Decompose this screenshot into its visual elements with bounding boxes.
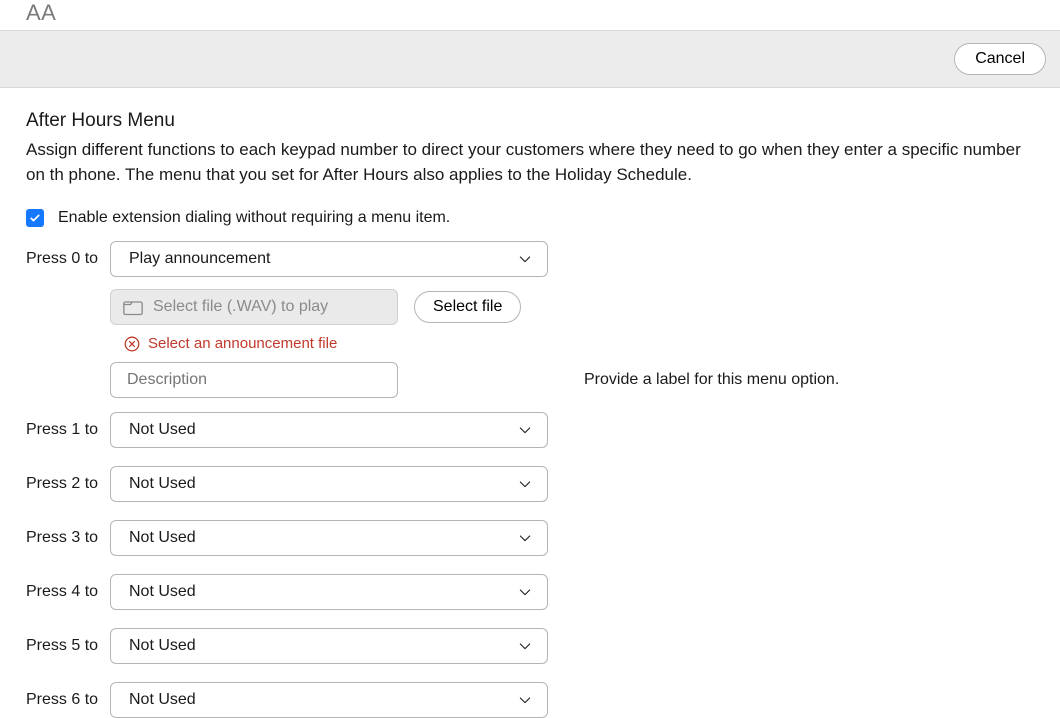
- chevron-down-icon: [517, 638, 533, 654]
- press-1-select[interactable]: Not Used: [110, 412, 548, 448]
- press-3-row: Press 3 to Not Used: [26, 520, 1034, 556]
- chevron-down-icon: [517, 692, 533, 708]
- press-6-select-value: Not Used: [129, 691, 196, 709]
- toolbar: Cancel: [0, 30, 1060, 88]
- enable-extension-row: Enable extension dialing without requiri…: [26, 209, 1034, 227]
- press-2-select-value: Not Used: [129, 475, 196, 493]
- press-6-label: Press 6 to: [26, 691, 100, 709]
- press-6-row: Press 6 to Not Used: [26, 682, 1034, 718]
- chevron-down-icon: [517, 476, 533, 492]
- description-input[interactable]: [110, 362, 398, 398]
- press-1-select-value: Not Used: [129, 421, 196, 439]
- press-6-select[interactable]: Not Used: [110, 682, 548, 718]
- file-placeholder: Select file (.WAV) to play: [153, 298, 328, 316]
- chevron-down-icon: [517, 584, 533, 600]
- cancel-button[interactable]: Cancel: [954, 43, 1046, 75]
- chevron-down-icon: [517, 530, 533, 546]
- press-3-select[interactable]: Not Used: [110, 520, 548, 556]
- press-5-select[interactable]: Not Used: [110, 628, 548, 664]
- press-0-select[interactable]: Play announcement: [110, 241, 548, 277]
- press-4-row: Press 4 to Not Used: [26, 574, 1034, 610]
- press-0-subblock: Select file (.WAV) to play Select file S…: [110, 289, 1034, 398]
- checkmark-icon: [29, 212, 41, 224]
- folder-icon: [123, 298, 143, 316]
- chevron-down-icon: [517, 422, 533, 438]
- error-row: Select an announcement file: [124, 335, 1034, 352]
- file-row: Select file (.WAV) to play Select file: [110, 289, 1034, 325]
- description-row: Provide a label for this menu option.: [110, 362, 1034, 398]
- select-file-button[interactable]: Select file: [414, 291, 521, 323]
- section-title: After Hours Menu: [26, 110, 1034, 132]
- press-3-label: Press 3 to: [26, 529, 100, 547]
- press-2-select[interactable]: Not Used: [110, 466, 548, 502]
- press-5-select-value: Not Used: [129, 637, 196, 655]
- chevron-down-icon: [517, 251, 533, 267]
- press-5-row: Press 5 to Not Used: [26, 628, 1034, 664]
- press-5-label: Press 5 to: [26, 637, 100, 655]
- error-text: Select an announcement file: [148, 335, 337, 352]
- press-4-select[interactable]: Not Used: [110, 574, 548, 610]
- page-header-label: AA: [0, 0, 1060, 30]
- section-description: Assign different functions to each keypa…: [26, 138, 1034, 187]
- file-input[interactable]: Select file (.WAV) to play: [110, 289, 398, 325]
- description-hint: Provide a label for this menu option.: [584, 371, 839, 389]
- enable-extension-label: Enable extension dialing without requiri…: [58, 209, 450, 227]
- press-0-select-value: Play announcement: [129, 250, 270, 268]
- press-0-row: Press 0 to Play announcement: [26, 241, 1034, 277]
- press-1-label: Press 1 to: [26, 421, 100, 439]
- press-2-label: Press 2 to: [26, 475, 100, 493]
- press-4-select-value: Not Used: [129, 583, 196, 601]
- press-4-label: Press 4 to: [26, 583, 100, 601]
- enable-extension-checkbox[interactable]: [26, 209, 44, 227]
- error-icon: [124, 336, 140, 352]
- press-2-row: Press 2 to Not Used: [26, 466, 1034, 502]
- content: After Hours Menu Assign different functi…: [0, 88, 1060, 718]
- press-1-row: Press 1 to Not Used: [26, 412, 1034, 448]
- press-0-label: Press 0 to: [26, 250, 100, 268]
- press-3-select-value: Not Used: [129, 529, 196, 547]
